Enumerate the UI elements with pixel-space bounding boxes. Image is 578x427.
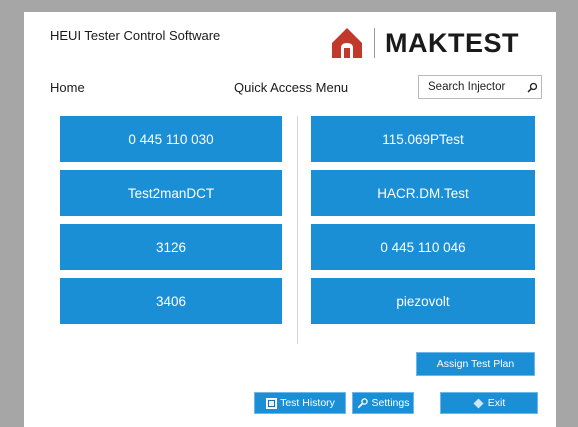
wrench-icon [357, 397, 369, 409]
exit-button[interactable]: Exit [440, 392, 538, 414]
settings-button[interactable]: Settings [352, 392, 414, 414]
test-history-button[interactable]: Test History [254, 392, 346, 414]
nav-home-link[interactable]: Home [50, 80, 85, 95]
search-placeholder: Search Injector [428, 81, 506, 93]
brand-name: MAKTEST [385, 27, 519, 58]
brand: MAKTEST [330, 26, 519, 60]
maktest-logo-icon [332, 28, 362, 58]
assign-test-plan-button[interactable]: Assign Test Plan [416, 352, 535, 376]
search-injector-input[interactable]: Search Injector [418, 75, 542, 99]
quick-access-tile[interactable]: 0 445 110 030 [60, 116, 282, 162]
grid-divider [297, 116, 298, 344]
quick-access-tile[interactable]: piezovolt [311, 278, 535, 324]
search-icon[interactable] [523, 76, 541, 98]
exit-icon [473, 397, 485, 409]
test-history-label: Test History [280, 397, 335, 409]
exit-label: Exit [487, 397, 506, 409]
quick-access-tile[interactable]: 115.069PTest [311, 116, 535, 162]
quick-access-tile[interactable]: 0 445 110 046 [311, 224, 535, 270]
quick-access-heading: Quick Access Menu [234, 80, 349, 95]
app-window: HEUI Tester Control Software MAKTEST Hom… [24, 12, 556, 427]
quick-access-tile[interactable]: 3406 [60, 278, 282, 324]
app-title: HEUI Tester Control Software [50, 28, 221, 43]
quick-access-tile[interactable]: Test2manDCT [60, 170, 282, 216]
history-icon [265, 397, 277, 409]
quick-access-tile[interactable]: HACR.DM.Test [311, 170, 535, 216]
settings-label: Settings [371, 397, 410, 409]
quick-access-tile[interactable]: 3126 [60, 224, 282, 270]
brand-divider [374, 28, 375, 58]
